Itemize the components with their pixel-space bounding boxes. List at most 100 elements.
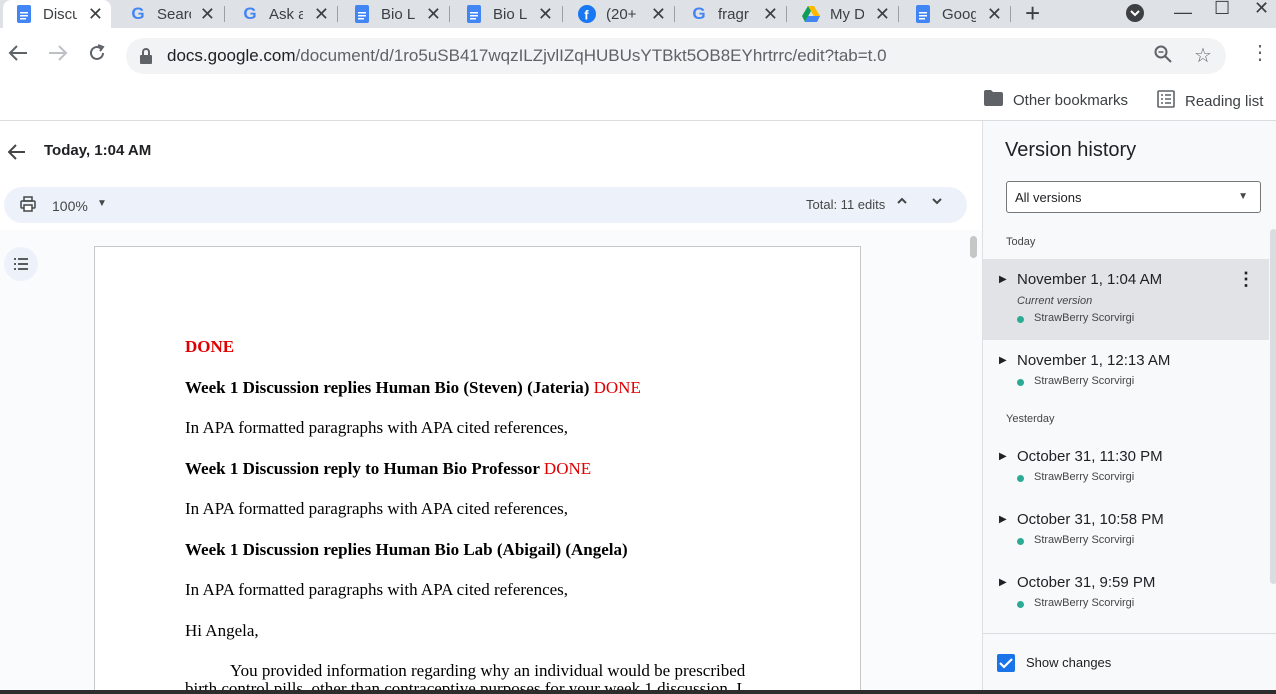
address-bar[interactable]: docs.google.com/document/d/1ro5uSB417wqz…	[126, 38, 1226, 74]
show-changes-checkbox[interactable]	[997, 654, 1015, 672]
tab-1[interactable]: Discussion ✕	[3, 0, 111, 28]
version-title: Today, 1:04 AM	[44, 142, 152, 159]
outline-list-icon	[14, 258, 28, 270]
tab-7[interactable]: G fragr ✕	[678, 0, 786, 28]
reading-list[interactable]: Reading list	[1157, 90, 1263, 112]
doc-line: Week 1 Discussion replies Human Bio Lab …	[185, 539, 628, 559]
close-icon[interactable]: ✕	[314, 5, 329, 23]
window-close-icon[interactable]: ✕	[1254, 0, 1269, 19]
version-date: October 31, 11:30 PM	[1017, 448, 1163, 465]
tab-title: Goog	[942, 5, 976, 23]
version-author: StrawBerry Scorvirgi	[1034, 471, 1135, 483]
chevron-down-icon: ▼	[1238, 191, 1248, 202]
version-item[interactable]: ▶ October 31, 11:30 PM StrawBerry Scorvi…	[983, 436, 1269, 499]
other-bookmarks[interactable]: Other bookmarks	[984, 90, 1128, 110]
version-item[interactable]: ▶ October 31, 9:59 PM StrawBerry Scorvir…	[983, 562, 1269, 625]
google-docs-icon	[914, 5, 932, 23]
zoom-select[interactable]: 100%	[52, 198, 88, 214]
tab-title: (20+	[606, 5, 637, 23]
version-author: StrawBerry Scorvirgi	[1034, 597, 1135, 609]
chevron-down-icon[interactable]: ▼	[97, 198, 107, 209]
version-author: StrawBerry Scorvirgi	[1034, 375, 1135, 387]
tab-title: My D	[830, 5, 864, 23]
tab-8[interactable]: My D ✕	[790, 0, 898, 28]
tab-9[interactable]: Goog ✕	[902, 0, 1010, 28]
back-icon[interactable]	[8, 44, 28, 66]
maximize-icon[interactable]: ☐	[1214, 0, 1230, 19]
doc-line: In APA formatted paragraphs with APA cit…	[185, 418, 569, 437]
svg-text:f: f	[584, 8, 589, 23]
tab-3[interactable]: G Ask a ✕	[229, 0, 337, 28]
google-icon: G	[131, 4, 145, 23]
tab-2[interactable]: G Search ✕	[117, 0, 223, 28]
expand-triangle-icon[interactable]: ▶	[999, 355, 1007, 366]
close-icon[interactable]: ✕	[763, 5, 778, 23]
author-dot	[1017, 601, 1024, 608]
print-icon[interactable]	[20, 196, 36, 217]
version-date: October 31, 9:59 PM	[1017, 574, 1156, 591]
author-dot	[1017, 475, 1024, 482]
close-icon[interactable]: ✕	[875, 5, 890, 23]
doc-line: Week 1 Discussion replies Human Bio (Ste…	[185, 377, 641, 397]
back-arrow-icon[interactable]	[7, 140, 26, 166]
version-history-panel: Version history All versions ▼ Today ▶ N…	[982, 121, 1276, 694]
google-docs-icon	[353, 5, 371, 23]
facebook-icon: f	[578, 5, 596, 23]
doc-line: You provided information regarding why a…	[230, 661, 746, 680]
group-label-yesterday: Yesterday	[1006, 413, 1055, 425]
version-author: StrawBerry Scorvirgi	[1034, 312, 1135, 324]
version-item[interactable]: ▶ October 31, 10:58 PM StrawBerry Scorvi…	[983, 499, 1269, 562]
tab-title: Bio L	[381, 5, 415, 23]
expand-triangle-icon[interactable]: ▶	[999, 577, 1007, 588]
close-icon[interactable]: ✕	[987, 5, 1002, 23]
checkmark-icon	[999, 658, 1013, 669]
document-scrollbar[interactable]	[970, 236, 977, 258]
google-drive-icon	[802, 5, 820, 23]
close-icon[interactable]: ✕	[426, 5, 441, 23]
version-date: November 1, 1:04 AM	[1017, 271, 1163, 288]
version-item[interactable]: ▶ November 1, 1:04 AM Current version St…	[983, 259, 1269, 340]
reload-icon[interactable]	[88, 44, 106, 66]
google-docs-icon	[15, 5, 33, 23]
author-dot	[1017, 538, 1024, 545]
expand-triangle-icon[interactable]: ▶	[999, 514, 1007, 525]
version-history-title: Version history	[1005, 139, 1137, 161]
zoom-icon[interactable]	[1154, 45, 1172, 69]
close-icon[interactable]: ✕	[88, 5, 103, 23]
url-text: docs.google.com/document/d/1ro5uSB417wqz…	[167, 46, 887, 66]
version-list-scrollbar[interactable]	[1270, 229, 1276, 584]
minimize-icon[interactable]: —	[1174, 2, 1192, 23]
os-taskbar-edge	[0, 690, 1276, 694]
doc-line: In APA formatted paragraphs with APA cit…	[185, 580, 569, 599]
forward-icon[interactable]	[48, 44, 68, 66]
version-date: November 1, 12:13 AM	[1017, 352, 1171, 369]
expand-triangle-icon[interactable]: ▶	[999, 274, 1007, 285]
address-bar-row: docs.google.com/document/d/1ro5uSB417wqz…	[0, 28, 1276, 84]
tab-title: fragr	[718, 5, 749, 23]
show-changes-label[interactable]: Show changes	[1026, 655, 1111, 670]
bookmark-star-icon[interactable]: ☆	[1194, 43, 1212, 68]
tab-strip: Discussion ✕ G Search ✕ G Ask a ✕ Bio L …	[0, 0, 1276, 28]
close-icon[interactable]: ✕	[538, 5, 553, 23]
tab-5[interactable]: Bio L ✕	[453, 0, 561, 28]
google-icon: G	[243, 4, 257, 23]
browser-menu-icon[interactable]: ⋮	[1250, 42, 1270, 64]
document-page[interactable]: DONE Week 1 Discussion replies Human Bio…	[94, 246, 861, 694]
new-tab-plus-icon[interactable]: +	[1025, 0, 1040, 26]
previous-edit-icon[interactable]	[896, 194, 908, 211]
folder-icon	[984, 90, 1003, 110]
lock-icon[interactable]	[140, 48, 152, 64]
tab-4[interactable]: Bio L ✕	[341, 0, 449, 28]
tab-search-icon[interactable]	[1125, 3, 1145, 28]
version-item[interactable]: ▶ November 1, 12:13 AM StrawBerry Scorvi…	[983, 340, 1269, 403]
document-outline-button[interactable]	[4, 247, 38, 281]
close-icon[interactable]: ✕	[200, 5, 215, 23]
reading-list-icon	[1157, 90, 1175, 112]
expand-triangle-icon[interactable]: ▶	[999, 451, 1007, 462]
tab-6[interactable]: f (20+ ✕	[566, 0, 674, 28]
more-options-icon[interactable]: ⋮	[1237, 269, 1255, 290]
bookmarks-bar: Other bookmarks Reading list	[0, 84, 1276, 121]
close-icon[interactable]: ✕	[651, 5, 666, 23]
next-edit-icon[interactable]	[931, 194, 943, 211]
version-filter-select[interactable]: All versions ▼	[1006, 181, 1261, 213]
